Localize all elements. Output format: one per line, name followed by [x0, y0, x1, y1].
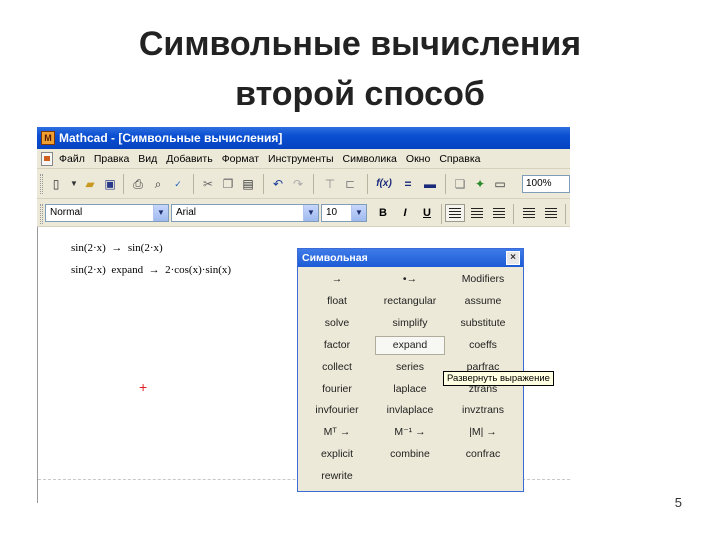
save-icon[interactable]: ▣: [101, 175, 119, 193]
mathcad-logo-icon: M: [41, 131, 55, 145]
menu-item[interactable]: Справка: [439, 153, 480, 165]
chevron-down-icon[interactable]: ▼: [303, 205, 318, 221]
standard-toolbar: ▯ ▼ ▰ ▣ ⎙ ⌕ ✓ ✂ ❐ ▤ ↶ ↷ ⊤ ⊏ f(x) = ▬ ❏ ✦…: [37, 169, 570, 199]
numbering-icon: [545, 208, 557, 218]
print-icon[interactable]: ⎙: [129, 175, 147, 193]
palette-button[interactable]: substitute: [448, 314, 518, 333]
font-select[interactable]: Arial ▼: [171, 204, 319, 222]
slide-title-line-1: Символьные вычисления: [138, 25, 582, 63]
zoom-select[interactable]: 100%: [522, 175, 570, 193]
palette-button[interactable]: expand: [375, 335, 445, 355]
symbolic-palette: Символьная × → •→ Modifiers float rectangula…: [297, 248, 524, 492]
math-region-2[interactable]: sin(2·x) expand → 2·cos(x)·sin(x): [71, 264, 231, 276]
numbering-button[interactable]: [541, 204, 561, 222]
toolbar-grip[interactable]: [40, 204, 43, 224]
calculate-icon[interactable]: ▬: [421, 175, 439, 193]
open-icon[interactable]: ▰: [81, 175, 99, 193]
palette-button[interactable]: rectangular: [375, 292, 445, 311]
insert-function-icon[interactable]: f(x): [375, 175, 393, 193]
slide-number: 5: [674, 495, 682, 510]
component-icon[interactable]: ❏: [451, 175, 469, 193]
palette-button[interactable]: coeffs: [448, 336, 518, 355]
palette-title: Символьная: [302, 252, 368, 264]
palette-button[interactable]: solve: [302, 314, 372, 333]
menu-item[interactable]: Правка: [94, 153, 129, 165]
palette-button[interactable]: float: [302, 292, 372, 311]
align-across-icon[interactable]: ⊏: [341, 175, 359, 193]
italic-button[interactable]: I: [395, 204, 415, 222]
window-title: Mathcad - [Символьные вычисления]: [59, 131, 283, 145]
menu-item[interactable]: Добавить: [166, 153, 212, 165]
paste-icon[interactable]: ▤: [239, 175, 257, 193]
palette-button[interactable]: explicit: [302, 445, 372, 464]
menu-item[interactable]: Окно: [406, 153, 430, 165]
menu-items: Файл Правка Вид Добавить Формат Инструменты Си…: [59, 149, 490, 169]
palette-button[interactable]: combine: [375, 445, 445, 464]
align-top-icon[interactable]: ⊤: [321, 175, 339, 193]
menu-item[interactable]: Файл: [59, 153, 85, 165]
align-right-icon: [493, 208, 505, 218]
menu-item[interactable]: Символика: [343, 153, 397, 165]
close-icon[interactable]: ×: [506, 251, 520, 265]
palette-button[interactable]: •→: [375, 270, 445, 289]
undo-icon[interactable]: ↶: [269, 175, 287, 193]
underline-button[interactable]: U: [417, 204, 437, 222]
palette-button[interactable]: fourier: [302, 380, 372, 399]
slide-title-line-2: второй способ: [235, 75, 485, 113]
format-toolbar: Normal ▼ Arial ▼ 10 ▼ B I U: [37, 199, 570, 227]
palette-button[interactable]: Modifiers: [448, 270, 518, 289]
chevron-down-icon[interactable]: ▼: [153, 205, 168, 221]
align-center-button[interactable]: [467, 204, 487, 222]
align-right-button[interactable]: [489, 204, 509, 222]
document-icon[interactable]: [41, 152, 53, 166]
toolbar-grip[interactable]: [40, 174, 43, 194]
window-titlebar: M Mathcad - [Символьные вычисления]: [37, 127, 570, 149]
tooltip: Развернуть выражение: [443, 371, 554, 386]
math-region-1[interactable]: sin(2·x) → sin(2·x): [71, 242, 163, 254]
chevron-down-icon[interactable]: ▼: [351, 205, 366, 221]
copy-icon[interactable]: ❐: [219, 175, 237, 193]
palette-button[interactable]: invlaplace: [375, 401, 445, 420]
redo-icon[interactable]: ↷: [289, 175, 307, 193]
menu-item[interactable]: Инструменты: [268, 153, 333, 165]
menu-bar: Файл Правка Вид Добавить Формат Инструменты Си…: [37, 149, 570, 169]
palette-button[interactable]: invztrans: [448, 401, 518, 420]
bold-button[interactable]: B: [373, 204, 393, 222]
resource-center-icon[interactable]: ▭: [491, 175, 509, 193]
cut-icon[interactable]: ✂: [199, 175, 217, 193]
size-value: 10: [326, 207, 338, 218]
bullets-icon: [523, 208, 535, 218]
menu-item[interactable]: Формат: [222, 153, 259, 165]
palette-button[interactable]: rewrite: [302, 467, 372, 486]
crosshair-cursor: +: [139, 379, 148, 395]
palette-button[interactable]: collect: [302, 358, 372, 377]
resources-icon[interactable]: ✦: [471, 175, 489, 193]
palette-button[interactable]: laplace: [375, 380, 445, 399]
palette-button[interactable]: series: [375, 358, 445, 377]
font-value: Arial: [176, 207, 197, 218]
palette-button[interactable]: Mᵀ →: [302, 423, 372, 442]
insert-unit-icon[interactable]: =: [399, 175, 417, 193]
spellcheck-icon[interactable]: ✓: [169, 175, 187, 193]
align-left-button[interactable]: [445, 204, 465, 222]
palette-button[interactable]: |M| →: [448, 423, 518, 442]
palette-titlebar[interactable]: Символьная ×: [298, 249, 523, 267]
palette-button[interactable]: →: [302, 270, 372, 289]
palette-button[interactable]: assume: [448, 292, 518, 311]
palette-button[interactable]: confrac: [448, 445, 518, 464]
size-select[interactable]: 10 ▼: [321, 204, 367, 222]
menu-item[interactable]: Вид: [138, 153, 157, 165]
style-select[interactable]: Normal ▼: [45, 204, 169, 222]
palette-button[interactable]: M⁻¹ →: [375, 423, 445, 442]
print-preview-icon[interactable]: ⌕: [149, 175, 167, 193]
new-icon[interactable]: ▯: [47, 175, 65, 193]
bullets-button[interactable]: [519, 204, 539, 222]
align-left-icon: [449, 208, 461, 218]
palette-button[interactable]: invfourier: [302, 401, 372, 420]
palette-button[interactable]: factor: [302, 336, 372, 355]
align-center-icon: [471, 208, 483, 218]
palette-button[interactable]: simplify: [375, 314, 445, 333]
style-value: Normal: [50, 207, 83, 218]
